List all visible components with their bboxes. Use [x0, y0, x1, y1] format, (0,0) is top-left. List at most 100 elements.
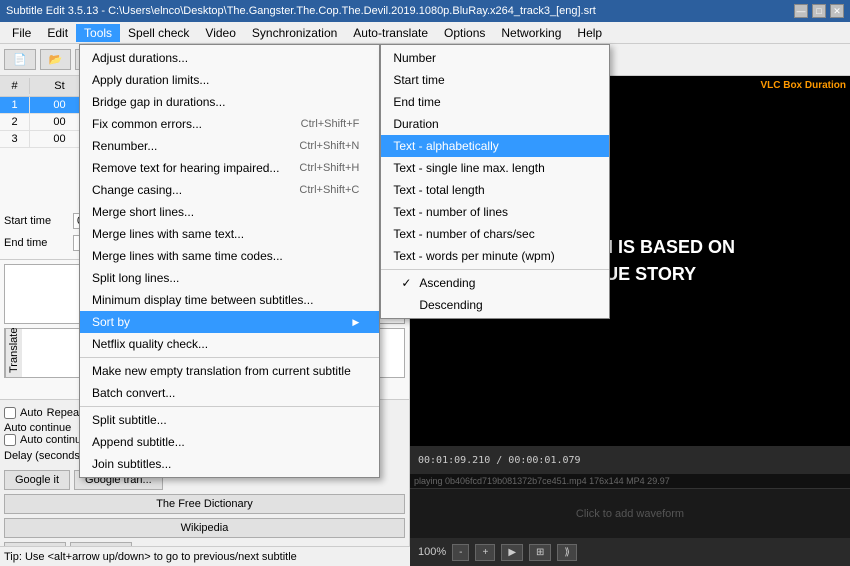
title-text: Subtitle Edit 3.5.13 - C:\Users\elnco\De…: [6, 5, 596, 17]
tools-netflix-quality[interactable]: Netflix quality check...: [80, 333, 379, 355]
minimize-button[interactable]: —: [794, 4, 808, 18]
sort-by-duration[interactable]: Duration: [381, 113, 609, 135]
wikipedia-row: Wikipedia: [4, 518, 405, 538]
cell-num: 3: [0, 131, 30, 147]
tools-min-display[interactable]: Minimum display time between subtitles..…: [80, 289, 379, 311]
dropdown-overlay: Adjust durations... Apply duration limit…: [79, 44, 610, 478]
sort-by-num-lines[interactable]: Text - number of lines: [381, 201, 609, 223]
zoom-plus-button[interactable]: +: [475, 544, 495, 561]
tools-fix-errors-label: Fix common errors...: [92, 117, 202, 131]
vlc-label: VLC Box Duration: [760, 80, 846, 91]
wikipedia-button[interactable]: Wikipedia: [4, 518, 405, 538]
tools-renumber[interactable]: Renumber... Ctrl+Shift+N: [80, 135, 379, 157]
tools-adjust-durations[interactable]: Adjust durations...: [80, 47, 379, 69]
tools-batch-convert[interactable]: Batch convert...: [80, 382, 379, 404]
status-bar: Tip: Use <alt+arrow up/down> to go to pr…: [0, 546, 410, 566]
auto-continue-checkbox[interactable]: [4, 434, 16, 446]
ascending-label: Ascending: [419, 276, 475, 290]
sort-by-total-length[interactable]: Text - total length: [381, 179, 609, 201]
zoom-minus-button[interactable]: -: [452, 544, 469, 561]
tools-split-long[interactable]: Split long lines...: [80, 267, 379, 289]
menu-video[interactable]: Video: [197, 24, 243, 42]
tools-sort-by-label: Sort by: [92, 315, 130, 329]
open-button[interactable]: 📂: [40, 49, 72, 70]
menu-options[interactable]: Options: [436, 24, 493, 42]
descending-label: Descending: [419, 298, 482, 312]
cell-num: 2: [0, 114, 30, 130]
menu-auto-translate[interactable]: Auto-translate: [345, 24, 436, 42]
ascending-check: ✓: [401, 276, 415, 290]
tools-merge-same-time-label: Merge lines with same time codes...: [92, 249, 283, 263]
menu-tools[interactable]: Tools: [76, 24, 120, 42]
sort-by-wpm[interactable]: Text - words per minute (wpm): [381, 245, 609, 267]
zoom-level: 100%: [418, 546, 446, 558]
video-bottom-bar: 100% - + ▶ ⊞ ⟫: [410, 538, 850, 566]
menu-file[interactable]: File: [4, 24, 39, 42]
menu-bar: File Edit Tools Spell check Video Synchr…: [0, 22, 850, 44]
tools-renumber-label: Renumber...: [92, 139, 157, 153]
menu-networking[interactable]: Networking: [493, 24, 569, 42]
tools-merge-short-label: Merge short lines...: [92, 205, 194, 219]
tools-change-casing[interactable]: Change casing... Ctrl+Shift+C: [80, 179, 379, 201]
tools-sort-by[interactable]: Sort by: [80, 311, 379, 333]
menu-help[interactable]: Help: [569, 24, 610, 42]
tools-bridge-gap-label: Bridge gap in durations...: [92, 95, 225, 109]
title-bar: Subtitle Edit 3.5.13 - C:\Users\elnco\De…: [0, 0, 850, 22]
renumber-shortcut: Ctrl+Shift+N: [299, 140, 359, 152]
tools-merge-same-text[interactable]: Merge lines with same text...: [80, 223, 379, 245]
tools-netflix-label: Netflix quality check...: [92, 337, 208, 351]
tools-adjust-durations-label: Adjust durations...: [92, 51, 188, 65]
tools-new-translation[interactable]: Make new empty translation from current …: [80, 360, 379, 382]
free-dictionary-button[interactable]: The Free Dictionary: [4, 494, 405, 514]
waveform-toggle-button[interactable]: ⊞: [529, 544, 551, 561]
remove-text-shortcut: Ctrl+Shift+H: [299, 162, 359, 174]
sort-by-chars-sec[interactable]: Text - number of chars/sec: [381, 223, 609, 245]
sort-by-single-line-max[interactable]: Text - single line max. length: [381, 157, 609, 179]
tools-append-subtitle[interactable]: Append subtitle...: [80, 431, 379, 453]
tools-bridge-gap[interactable]: Bridge gap in durations...: [80, 91, 379, 113]
start-time-label: Start time: [4, 215, 69, 227]
tools-merge-short[interactable]: Merge short lines...: [80, 201, 379, 223]
auto-continue-label: Auto continue: [4, 422, 71, 434]
cell-num: 1: [0, 97, 30, 113]
google-it-button[interactable]: Google it: [4, 470, 70, 490]
menu-edit[interactable]: Edit: [39, 24, 76, 42]
menu-separator-2: [80, 406, 379, 407]
menu-spell-check[interactable]: Spell check: [120, 24, 197, 42]
fix-errors-shortcut: Ctrl+Shift+F: [301, 118, 360, 130]
menu-synchronization[interactable]: Synchronization: [244, 24, 345, 42]
close-button[interactable]: ✕: [830, 4, 844, 18]
tools-apply-duration-label: Apply duration limits...: [92, 73, 209, 87]
tools-append-subtitle-label: Append subtitle...: [92, 435, 185, 449]
waveform-area[interactable]: Click to add waveform: [410, 488, 850, 538]
tools-menu-dropdown: Adjust durations... Apply duration limit…: [79, 44, 380, 478]
sort-by-dropdown: Number Start time End time Duration Text…: [380, 44, 610, 319]
maximize-button[interactable]: □: [812, 4, 826, 18]
sort-by-start-time[interactable]: Start time: [381, 69, 609, 91]
translate-label: Translate: [5, 329, 22, 377]
sort-by-number[interactable]: Number: [381, 47, 609, 69]
tools-join-subtitles-label: Join subtitles...: [92, 457, 171, 471]
tools-split-subtitle[interactable]: Split subtitle...: [80, 409, 379, 431]
tools-min-display-label: Minimum display time between subtitles..…: [92, 293, 313, 307]
sort-by-end-time[interactable]: End time: [381, 91, 609, 113]
tools-merge-same-time[interactable]: Merge lines with same time codes...: [80, 245, 379, 267]
scroll-button[interactable]: ⟫: [557, 544, 577, 561]
tools-fix-errors[interactable]: Fix common errors... Ctrl+Shift+F: [80, 113, 379, 135]
sort-submenu-container: Number Start time End time Duration Text…: [380, 44, 610, 478]
tools-apply-duration[interactable]: Apply duration limits...: [80, 69, 379, 91]
sort-by-text-alpha[interactable]: Text - alphabetically: [381, 135, 609, 157]
sort-separator: [381, 269, 609, 270]
tools-change-casing-label: Change casing...: [92, 183, 182, 197]
new-button[interactable]: 📄: [4, 49, 36, 70]
delay-label: Delay (seconds): [4, 450, 83, 462]
play-button[interactable]: ▶: [501, 544, 523, 561]
sort-descending[interactable]: Descending: [381, 294, 609, 316]
tools-remove-text[interactable]: Remove text for hearing impaired... Ctrl…: [80, 157, 379, 179]
sort-ascending[interactable]: ✓ Ascending: [381, 272, 609, 294]
tools-split-long-label: Split long lines...: [92, 271, 179, 285]
auto-checkbox[interactable]: [4, 407, 16, 419]
tools-join-subtitles[interactable]: Join subtitles...: [80, 453, 379, 475]
menu-separator-1: [80, 357, 379, 358]
tools-split-subtitle-label: Split subtitle...: [92, 413, 167, 427]
